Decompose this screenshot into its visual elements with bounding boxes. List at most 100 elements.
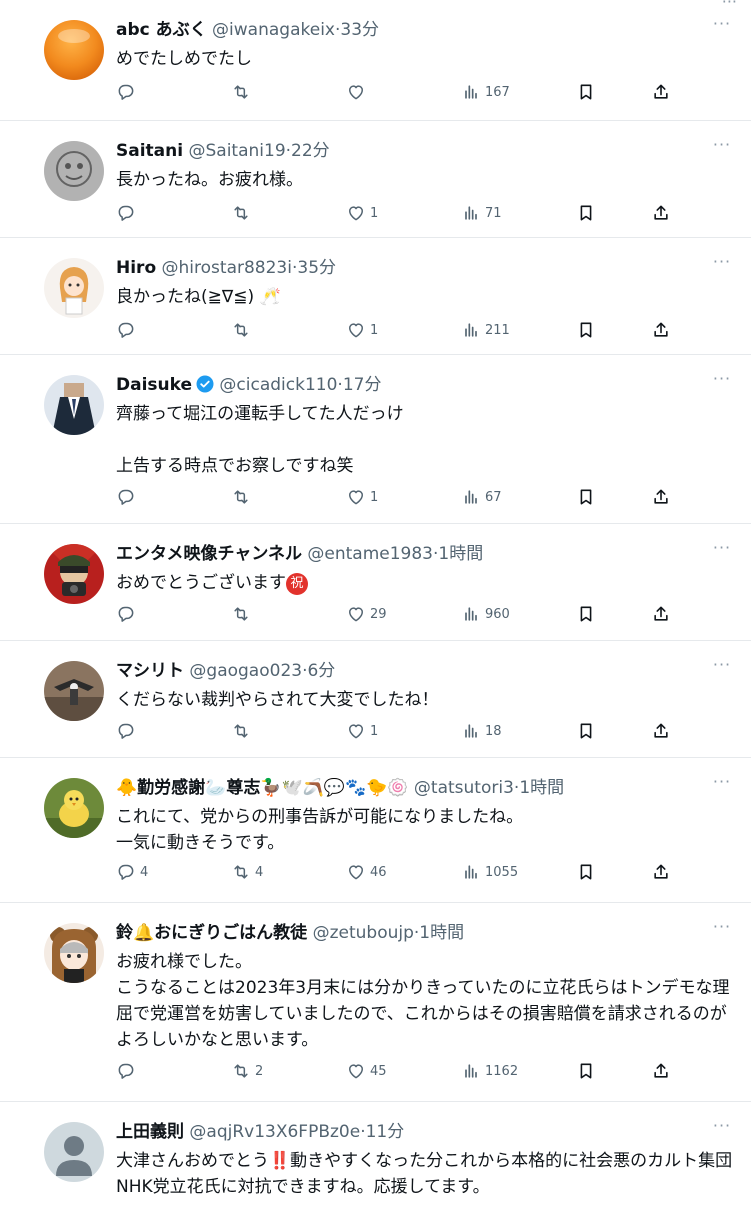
reply-button[interactable]	[116, 82, 176, 102]
avatar[interactable]	[44, 923, 104, 983]
user-handle[interactable]: @hirostar8823i	[162, 258, 292, 278]
display-name[interactable]: Daisuke	[116, 375, 192, 395]
timestamp[interactable]: 17分	[343, 375, 382, 395]
avatar[interactable]	[44, 544, 104, 604]
bookmark-button[interactable]	[576, 721, 596, 741]
more-icon[interactable]: ···	[711, 540, 733, 556]
share-button[interactable]	[651, 82, 671, 102]
retweet-button[interactable]: 4	[231, 862, 291, 882]
display-name[interactable]: 鈴🔔おにぎりごはん教徒	[116, 923, 307, 943]
like-button[interactable]: 29	[346, 604, 406, 624]
bookmark-button[interactable]	[576, 320, 596, 340]
tweet[interactable]: マシリト @gaogao023·6分 くだらない裁判やらされて大変でしたね！ ···…	[0, 641, 751, 758]
tweet[interactable]: 上田義則 @aqjRv13X6FPBz0e·11分 大津さんおめでとう‼️動きやす…	[0, 1102, 751, 1206]
share-button[interactable]	[651, 320, 671, 340]
more-icon[interactable]: ···	[711, 919, 733, 935]
user-handle[interactable]: @entame1983	[307, 544, 433, 564]
more-icon[interactable]: ···	[711, 774, 733, 790]
more-icon[interactable]: ···	[711, 657, 733, 673]
reply-button[interactable]	[116, 604, 176, 624]
timestamp[interactable]: 35分	[297, 258, 336, 278]
display-name[interactable]: abc あぶく	[116, 20, 207, 40]
retweet-button[interactable]	[231, 487, 291, 507]
share-button[interactable]	[651, 487, 671, 507]
more-icon[interactable]: ···	[711, 16, 733, 32]
views-button[interactable]: 67	[461, 487, 521, 507]
retweet-button[interactable]	[231, 604, 291, 624]
bookmark-button[interactable]	[576, 604, 596, 624]
views-button[interactable]: 1162	[461, 1061, 521, 1081]
retweet-button[interactable]: 2	[231, 1061, 291, 1081]
views-button[interactable]: 71	[461, 203, 521, 223]
tweet[interactable]: Saitani @Saitani19·22分 長かったね。お疲れ様。 ··· 1 71	[0, 121, 751, 238]
share-button[interactable]	[651, 203, 671, 223]
views-button[interactable]: 211	[461, 320, 521, 340]
avatar[interactable]	[44, 141, 104, 201]
tweet[interactable]: Hiro @hirostar8823i·35分 良かったね(≧∇≦) 🥂 ··· 1 2…	[0, 238, 751, 355]
user-handle[interactable]: @tatsutori3	[414, 778, 514, 798]
display-name[interactable]: マシリト	[116, 661, 184, 681]
retweet-button[interactable]	[231, 203, 291, 223]
user-handle[interactable]: @gaogao023	[189, 661, 302, 681]
user-handle[interactable]: @cicadick110	[219, 375, 337, 395]
like-button[interactable]: 1	[346, 487, 406, 507]
share-button[interactable]	[651, 604, 671, 624]
views-button[interactable]: 167	[461, 82, 521, 102]
reply-button[interactable]	[116, 721, 176, 741]
display-name[interactable]: Hiro	[116, 258, 156, 278]
display-name[interactable]: 上田義則	[116, 1122, 184, 1142]
like-button[interactable]	[346, 82, 406, 102]
more-icon[interactable]: ···	[711, 1118, 733, 1134]
reply-button[interactable]	[116, 1061, 176, 1081]
reply-button[interactable]	[116, 487, 176, 507]
timestamp[interactable]: 11分	[366, 1122, 405, 1142]
timestamp[interactable]: 1時間	[519, 778, 564, 798]
reply-button[interactable]: 4	[116, 862, 176, 882]
timestamp[interactable]: 1時間	[419, 923, 464, 943]
bookmark-button[interactable]	[576, 203, 596, 223]
more-icon[interactable]: ···	[711, 371, 733, 387]
tweet[interactable]: エンタメ映像チャンネル @entame1983·1時間 おめでとうございます祝 ··…	[0, 524, 751, 641]
user-handle[interactable]: @Saitani19	[188, 141, 285, 161]
reply-button[interactable]	[116, 320, 176, 340]
tweet[interactable]: 🐥勤労感謝🦢尊志🦆🕊️🪃💬🐾🐤🍥 @tatsutori3·1時間 これにて、党から…	[0, 758, 751, 903]
like-button[interactable]: 45	[346, 1061, 406, 1081]
display-name[interactable]: 🐥勤労感謝🦢尊志🦆🕊️🪃💬🐾🐤🍥	[116, 778, 409, 798]
avatar[interactable]	[44, 20, 104, 80]
timestamp[interactable]: 33分	[340, 20, 379, 40]
tweet[interactable]: 鈴🔔おにぎりごはん教徒 @zetuboujp·1時間 お疲れ様でした。 こうなるこ…	[0, 903, 751, 1102]
user-handle[interactable]: @iwanagakeix	[212, 20, 335, 40]
like-button[interactable]: 1	[346, 721, 406, 741]
tweet[interactable]: abc あぶく @iwanagakeix·33分 めでたしめでたし ··· 167	[0, 0, 751, 121]
avatar[interactable]	[44, 258, 104, 318]
user-handle[interactable]: @aqjRv13X6FPBz0e	[189, 1122, 360, 1142]
more-icon[interactable]: ···	[711, 137, 733, 153]
avatar[interactable]	[44, 1122, 104, 1182]
avatar[interactable]	[44, 375, 104, 435]
share-button[interactable]	[651, 862, 671, 882]
bookmark-button[interactable]	[576, 1061, 596, 1081]
reply-button[interactable]	[116, 203, 176, 223]
retweet-button[interactable]	[231, 82, 291, 102]
display-name[interactable]: Saitani	[116, 141, 183, 161]
retweet-button[interactable]	[231, 721, 291, 741]
bookmark-button[interactable]	[576, 862, 596, 882]
timestamp[interactable]: 1時間	[438, 544, 483, 564]
user-handle[interactable]: @zetuboujp	[313, 923, 414, 943]
like-button[interactable]: 1	[346, 320, 406, 340]
share-button[interactable]	[651, 721, 671, 741]
avatar[interactable]	[44, 661, 104, 721]
bookmark-button[interactable]	[576, 82, 596, 102]
views-button[interactable]: 18	[461, 721, 521, 741]
bookmark-button[interactable]	[576, 487, 596, 507]
timestamp[interactable]: 6分	[307, 661, 335, 681]
views-button[interactable]: 1055	[461, 862, 521, 882]
retweet-button[interactable]	[231, 320, 291, 340]
avatar[interactable]	[44, 778, 104, 838]
timestamp[interactable]: 22分	[291, 141, 330, 161]
tweet[interactable]: Daisuke @cicadick110·17分 齊藤って堀江の運転手してた人だっ…	[0, 355, 751, 524]
share-button[interactable]	[651, 1061, 671, 1081]
display-name[interactable]: エンタメ映像チャンネル	[116, 544, 302, 564]
like-button[interactable]: 1	[346, 203, 406, 223]
like-button[interactable]: 46	[346, 862, 406, 882]
